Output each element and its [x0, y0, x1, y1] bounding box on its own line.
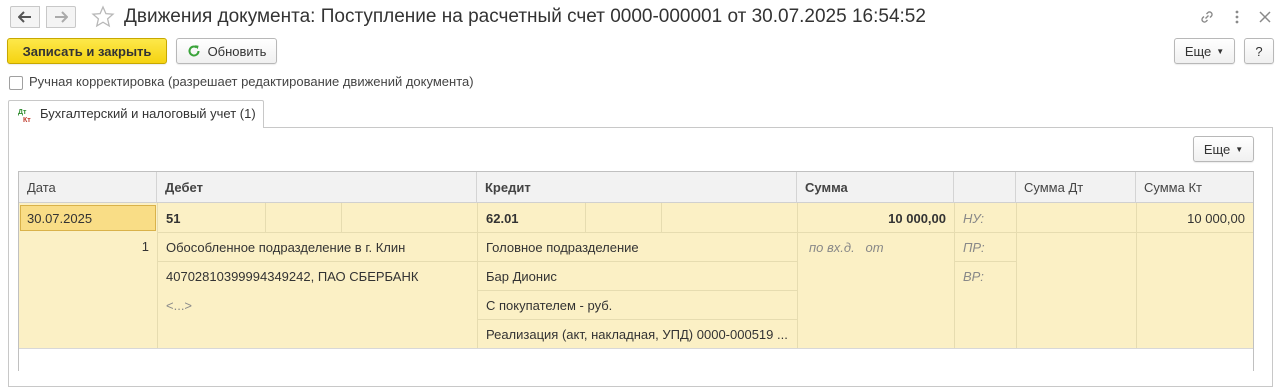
cell-line-number: 1 — [141, 239, 149, 254]
cell-debit-account[interactable]: 51 — [166, 211, 180, 226]
column-header-date[interactable]: Дата — [19, 172, 157, 203]
cell-credit-subconto-4[interactable]: Реализация (акт, накладная, УПД) 0000-00… — [486, 327, 791, 342]
save-and-close-button[interactable]: Записать и закрыть — [7, 38, 167, 64]
dt-kt-icon: Дт Кт — [17, 106, 35, 124]
favorite-star-icon[interactable] — [91, 5, 115, 29]
dropdown-arrow-icon: ▼ — [1216, 46, 1225, 56]
refresh-icon — [188, 45, 200, 57]
column-header-credit[interactable]: Кредит — [477, 172, 797, 203]
more-menu-label: Еще — [1184, 43, 1212, 59]
arrow-left-icon — [18, 11, 31, 23]
help-label: ? — [1255, 43, 1263, 59]
movements-table: Дата Дебет Кредит Сумма Сумма Дт Сумма К… — [18, 171, 1254, 371]
more-vertical-icon[interactable] — [1227, 7, 1247, 27]
window-title: Движения документа: Поступление на расче… — [124, 6, 926, 27]
arrow-right-icon — [55, 11, 68, 23]
cell-amount[interactable]: 10 000,00 — [797, 211, 946, 226]
forward-button[interactable] — [46, 6, 76, 28]
link-icon[interactable] — [1197, 7, 1217, 27]
save-and-close-label: Записать и закрыть — [22, 43, 152, 59]
svg-text:Кт: Кт — [23, 117, 31, 124]
cell-date[interactable]: 30.07.2025 — [20, 205, 156, 231]
more-menu-button[interactable]: Еще ▼ — [1174, 38, 1235, 64]
panel-more-label: Еще — [1203, 141, 1231, 157]
cell-debit-subconto-2[interactable]: 40702810399994349242, ПАО СБЕРБАНК — [166, 269, 418, 284]
tab-accounting[interactable]: Дт Кт Бухгалтерский и налоговый учет (1) — [8, 100, 264, 128]
column-header-amount[interactable]: Сумма — [797, 172, 954, 203]
svg-text:Дт: Дт — [18, 109, 27, 116]
tax-label-pr: ПР: — [963, 240, 985, 255]
back-button[interactable] — [10, 6, 40, 28]
cell-debit-subconto-1[interactable]: Обособленное подразделение в г. Клин — [166, 240, 405, 255]
tab-accounting-label: Бухгалтерский и налоговый учет (1) — [40, 106, 256, 121]
panel-more-button[interactable]: Еще ▼ — [1193, 136, 1254, 162]
tax-label-vr: ВР: — [963, 269, 984, 284]
column-header-tax-type[interactable] — [954, 172, 1016, 203]
cell-credit-subconto-3[interactable]: С покупателем - руб. — [486, 298, 612, 313]
column-header-amount-kt[interactable]: Сумма Кт — [1136, 172, 1253, 203]
tax-label-nu: НУ: — [963, 211, 985, 226]
help-button[interactable]: ? — [1244, 38, 1274, 64]
column-header-debit[interactable]: Дебет — [157, 172, 477, 203]
manual-adjust-label[interactable]: Ручная корректировка (разрешает редактир… — [29, 74, 474, 89]
refresh-label: Обновить — [207, 43, 267, 59]
manual-adjust-checkbox[interactable] — [9, 76, 23, 90]
cell-debit-subconto-3[interactable]: <...> — [166, 298, 192, 313]
dropdown-arrow-icon: ▼ — [1235, 144, 1244, 154]
cell-credit-subconto-1[interactable]: Головное подразделение — [486, 240, 639, 255]
cell-credit-subconto-2[interactable]: Бар Дионис — [486, 269, 557, 284]
cell-amount-kt[interactable]: 10 000,00 — [1136, 211, 1245, 226]
cell-currency-note: по вх.д. от — [809, 240, 884, 255]
column-header-amount-dt[interactable]: Сумма Дт — [1016, 172, 1136, 203]
close-icon[interactable] — [1255, 7, 1275, 27]
cell-credit-account[interactable]: 62.01 — [486, 211, 519, 226]
refresh-button[interactable]: Обновить — [176, 38, 277, 64]
